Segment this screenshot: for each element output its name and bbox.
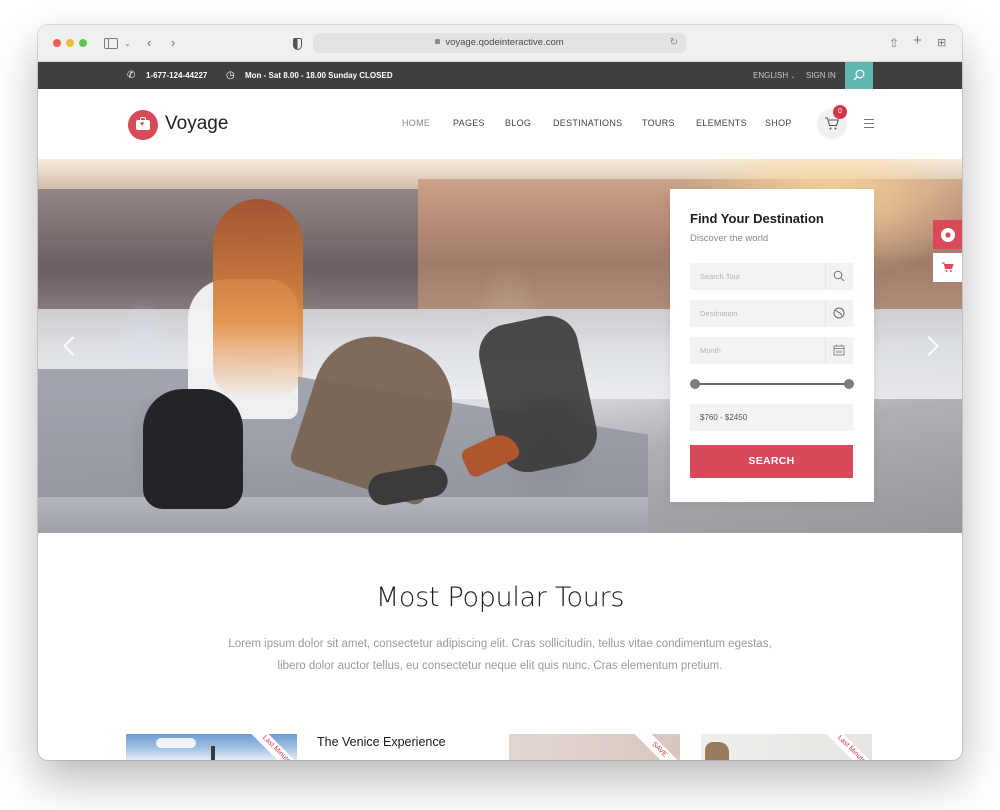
sidebar-toggle-icon[interactable] xyxy=(104,38,118,49)
nav-pages[interactable]: PAGES xyxy=(453,118,485,128)
search-tour-field xyxy=(690,263,853,290)
globe-icon xyxy=(833,307,845,319)
zoom-window-button[interactable] xyxy=(79,39,87,47)
minimize-window-button[interactable] xyxy=(66,39,74,47)
clock-icon: ◷ xyxy=(226,70,235,81)
side-tab-purchase[interactable] xyxy=(933,253,962,282)
menu-icon[interactable] xyxy=(864,119,874,130)
browser-toolbar: ⌄ ‹ › voyage.qodeinteractive.com ↻ ⇧ + ⊞ xyxy=(38,25,962,62)
cloud-shape xyxy=(156,738,196,748)
destination-search-form: Find Your Destination Discover the world xyxy=(670,189,874,502)
nav-blog[interactable]: BLOG xyxy=(505,118,531,128)
tour-ribbon: SAVE xyxy=(622,734,680,760)
search-tour-input[interactable] xyxy=(690,263,832,290)
chevron-down-icon[interactable]: ⌄ xyxy=(124,35,131,53)
section-lead-line-1: Lorem ipsum dolor sit amet, consectetur … xyxy=(228,638,772,650)
side-tab-demos[interactable] xyxy=(933,220,962,249)
hero-image-ledge xyxy=(38,497,648,533)
search-tour-icon-box[interactable] xyxy=(825,263,853,290)
section-lead: Lorem ipsum dolor sit amet, consectetur … xyxy=(188,633,812,677)
sign-in-link[interactable]: SIGN IN xyxy=(806,62,836,89)
calendar-icon xyxy=(833,344,845,356)
nav-home[interactable]: HOME xyxy=(402,118,430,128)
hero-image-hair xyxy=(213,199,303,399)
logo-icon[interactable]: ♥ xyxy=(128,110,158,140)
back-icon[interactable]: ‹ xyxy=(147,34,151,52)
cart-icon xyxy=(825,117,840,130)
slider-max-handle[interactable] xyxy=(844,379,854,389)
destination-input[interactable] xyxy=(690,300,832,327)
section-lead-line-2: libero dolor auctor tellus, eu consectet… xyxy=(277,660,723,672)
opening-hours: Mon - Sat 8.00 - 18.00 Sunday CLOSED xyxy=(245,71,393,80)
rock-shape xyxy=(705,742,729,760)
language-label: ENGLISH xyxy=(753,71,789,80)
language-selector[interactable]: ENGLISH ⌄ xyxy=(753,62,795,91)
share-icon[interactable]: ⇧ xyxy=(889,34,899,52)
nav-shop[interactable]: SHOP xyxy=(765,118,792,128)
new-tab-icon[interactable]: + xyxy=(913,32,922,50)
lock-icon xyxy=(435,39,441,44)
top-search-button[interactable] xyxy=(845,62,873,89)
url-text: voyage.qodeinteractive.com xyxy=(445,37,564,48)
search-icon xyxy=(853,69,865,81)
tower-shape xyxy=(211,746,215,760)
destination-icon-box[interactable] xyxy=(825,300,853,327)
reload-icon[interactable]: ↻ xyxy=(670,33,678,53)
address-bar[interactable]: voyage.qodeinteractive.com ↻ xyxy=(313,33,686,53)
browser-window: ⌄ ‹ › voyage.qodeinteractive.com ↻ ⇧ + ⊞… xyxy=(38,25,962,760)
lifebuoy-icon xyxy=(941,228,955,242)
month-field xyxy=(690,337,853,364)
site-header: ♥ Voyage HOME PAGES BLOG DESTINATIONS TO… xyxy=(38,89,962,159)
slider-min-handle[interactable] xyxy=(690,379,700,389)
section-title: Most Popular Tours xyxy=(375,582,625,613)
tour-ribbon: Last Minute xyxy=(814,734,872,760)
cart-icon xyxy=(942,262,954,272)
tour-card-image[interactable]: SAVE xyxy=(509,734,680,760)
tab-overview-icon[interactable]: ⊞ xyxy=(937,34,946,52)
tour-card-image[interactable]: Last Minute xyxy=(701,734,872,760)
top-info-bar: ✆ 1-677-124-44227 ◷ Mon - Sat 8.00 - 18.… xyxy=(38,62,962,89)
hero-image-backpack xyxy=(143,389,243,509)
month-icon-box[interactable] xyxy=(825,337,853,364)
destination-field xyxy=(690,300,853,327)
nav-elements[interactable]: ELEMENTS xyxy=(696,118,747,128)
tour-title[interactable]: The Venice Experience xyxy=(317,735,446,749)
price-range-slider[interactable] xyxy=(690,379,854,389)
forward-icon[interactable]: › xyxy=(171,34,175,52)
privacy-shield-icon[interactable] xyxy=(293,38,302,50)
nav-destinations[interactable]: DESTINATIONS xyxy=(553,118,622,128)
search-form-subtitle: Discover the world xyxy=(690,233,769,244)
tour-card-image[interactable]: Last Minute xyxy=(126,734,297,760)
phone-icon: ✆ xyxy=(127,70,136,81)
nav-tours[interactable]: TOURS xyxy=(642,118,675,128)
search-icon xyxy=(833,270,845,282)
tour-ribbon: Last Minute xyxy=(239,734,297,760)
close-window-button[interactable] xyxy=(53,39,61,47)
slider-track xyxy=(694,383,850,385)
month-input[interactable] xyxy=(690,337,832,364)
chevron-down-icon: ⌄ xyxy=(790,74,796,80)
search-submit-button[interactable]: SEARCH xyxy=(690,445,853,478)
heart-icon: ♥ xyxy=(140,121,145,128)
brand-name[interactable]: Voyage xyxy=(165,113,228,135)
search-form-title: Find Your Destination xyxy=(690,211,824,226)
phone-number[interactable]: 1-677-124-44227 xyxy=(146,62,207,89)
cart-count-badge: 0 xyxy=(833,105,847,119)
price-range-display: $760 - $2450 xyxy=(690,404,853,431)
suitcase-icon: ♥ xyxy=(136,117,150,130)
